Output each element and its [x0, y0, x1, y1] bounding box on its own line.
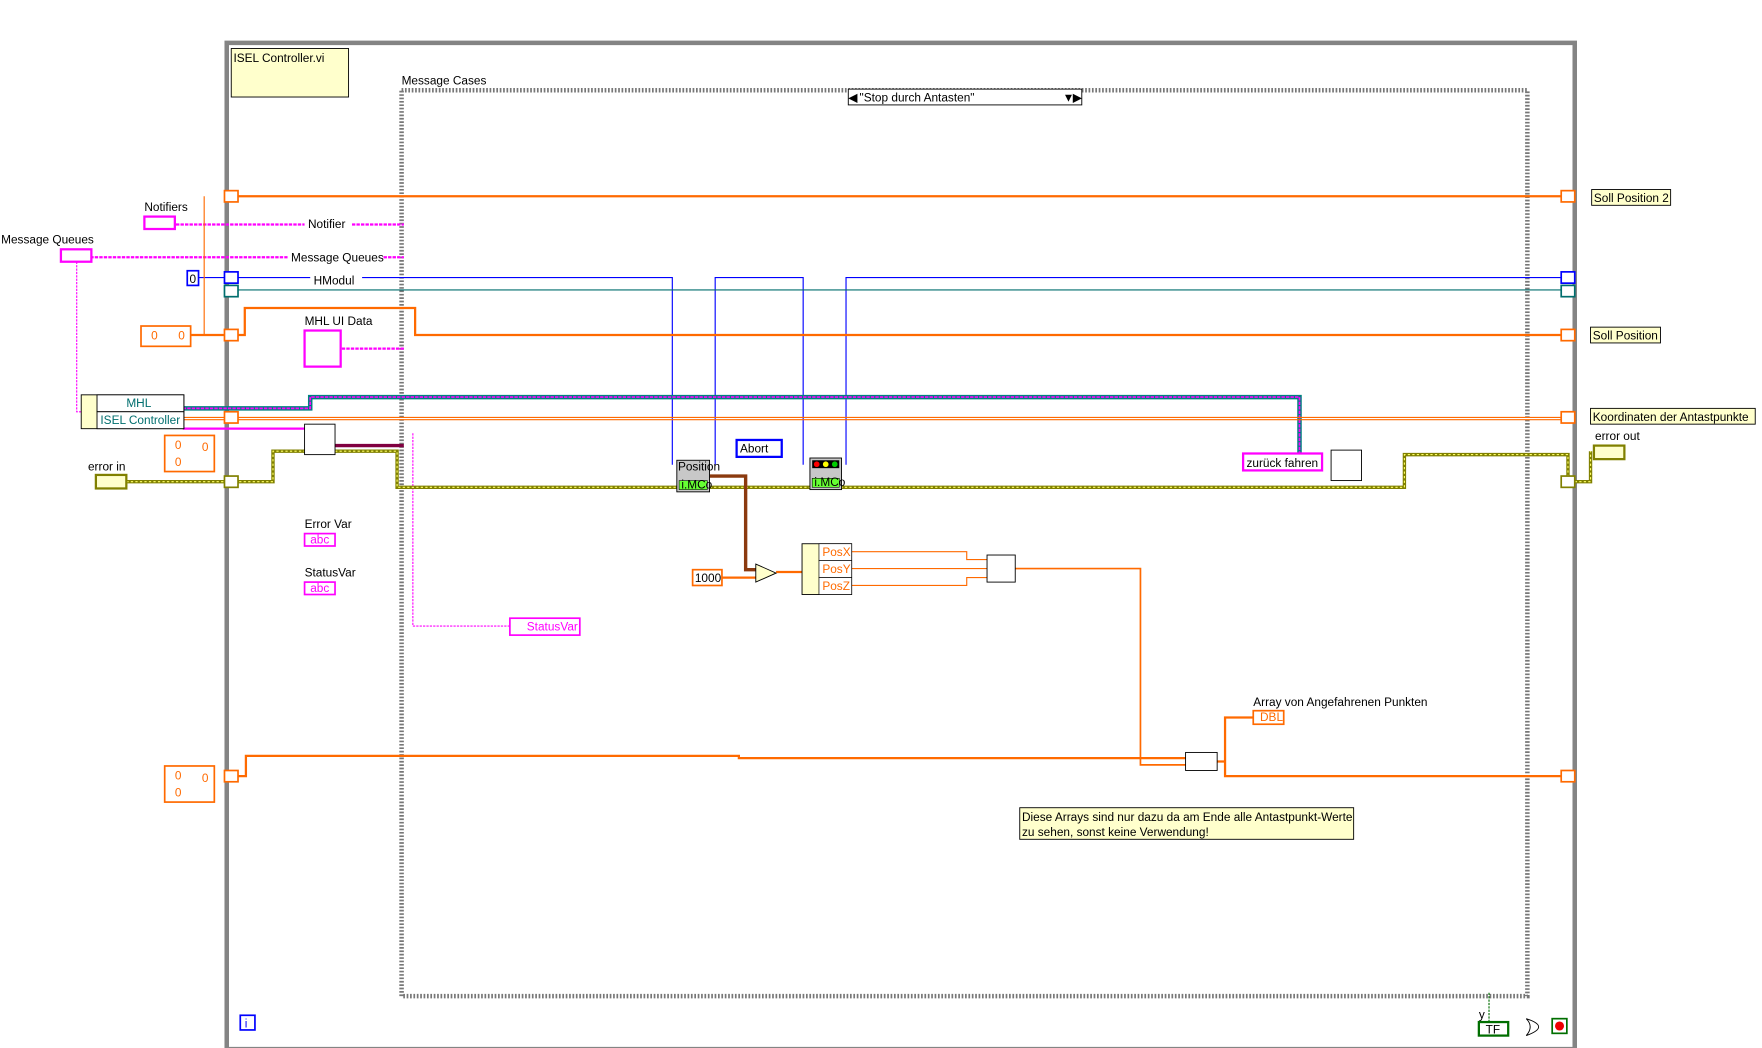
divide-node[interactable] [755, 563, 778, 583]
svg-text:0: 0 [202, 440, 209, 454]
notifiers-label: Notifiers [144, 200, 187, 214]
error-var-label: Error Var [305, 517, 352, 531]
svg-text:1000: 1000 [695, 571, 722, 585]
stop-icon [1555, 1021, 1565, 1031]
error-in-control[interactable] [94, 473, 128, 490]
svg-text:0: 0 [175, 769, 182, 783]
svg-text:TF: TF [1486, 1022, 1500, 1036]
error-out-label: error out [1595, 429, 1640, 443]
insert-array-node[interactable] [1185, 751, 1218, 771]
dequeue-message-node[interactable] [304, 423, 336, 456]
message-queues-label: Message Queues [1, 233, 94, 247]
notifier-wire-label: Notifier [308, 217, 346, 231]
mhl-ui-data-label: MHL UI Data [305, 314, 373, 328]
svg-text:i.MCo: i.MCo [814, 475, 845, 489]
status-var-label: StatusVar [305, 565, 356, 579]
svg-text:Abort: Abort [740, 441, 769, 455]
soll-constant-b: 0 [178, 329, 185, 343]
hmodul-constant-value: 0 [190, 272, 197, 286]
case-selector-value: "Stop durch Antasten" [860, 91, 975, 105]
case-structure[interactable] [399, 87, 1530, 999]
array-label: Array von Angefahrenen Punkten [1253, 695, 1427, 709]
svg-text:abc: abc [310, 533, 329, 547]
svg-text:i.MCo: i.MCo [681, 477, 712, 491]
svg-text:0: 0 [175, 438, 182, 452]
error-in-label: error in [88, 459, 125, 473]
selector-left-arrow[interactable]: ◀ [848, 91, 858, 105]
svg-text:zurück fahren: zurück fahren [1246, 456, 1318, 470]
svg-text:PosX: PosX [822, 545, 850, 559]
svg-text:Koordinaten der Antastpunkte: Koordinaten der Antastpunkte [1593, 410, 1749, 424]
svg-text:0: 0 [175, 785, 182, 799]
or-node[interactable] [1525, 1018, 1540, 1037]
error-out-indicator[interactable] [1592, 444, 1626, 461]
build-array-node[interactable] [986, 554, 1016, 583]
svg-text:Soll Position 2: Soll Position 2 [1594, 191, 1669, 205]
svg-text:abc: abc [310, 581, 329, 595]
mhl-ui-data-node[interactable] [303, 329, 342, 368]
block-diagram: ISEL Controller.vi Message Cases "Stop d… [1, 40, 1756, 1048]
iteration-terminal [239, 1014, 256, 1031]
stop-wire-label: y [1479, 1008, 1485, 1022]
svg-text:StatusVar: StatusVar [527, 620, 578, 634]
svg-text:zu sehen, sonst keine Verwendu: zu sehen, sonst keine Verwendung! [1022, 825, 1209, 839]
soll-constant-a: 0 [151, 329, 158, 343]
svg-text:0: 0 [202, 771, 209, 785]
svg-text:PosZ: PosZ [822, 579, 850, 593]
svg-text:0: 0 [175, 455, 182, 469]
svg-text:Soll Position: Soll Position [1593, 329, 1658, 343]
selector-dropdown-icon[interactable]: ▼ [1063, 91, 1075, 105]
hmodul-wire-label: HModul [314, 273, 355, 287]
notifiers-control[interactable] [143, 215, 176, 231]
svg-text:Diese Arrays sind nur dazu da: Diese Arrays sind nur dazu da am Ende al… [1022, 810, 1353, 824]
while-loop[interactable] [224, 40, 1578, 1048]
svg-text:PosY: PosY [822, 562, 850, 576]
vi-title: ISEL Controller.vi [234, 51, 325, 65]
enqueue-message-node[interactable] [1330, 449, 1362, 482]
svg-text:DBL: DBL [1260, 710, 1283, 724]
mhl-field: MHL [126, 396, 151, 410]
svg-text:i: i [245, 1017, 248, 1031]
case-label: Message Cases [402, 74, 487, 88]
svg-text:Position: Position [678, 459, 720, 473]
isel-controller-field: ISEL Controller [100, 413, 180, 427]
message-queues-control[interactable] [59, 248, 93, 263]
message-queues-wire-label: Message Queues [291, 251, 384, 265]
